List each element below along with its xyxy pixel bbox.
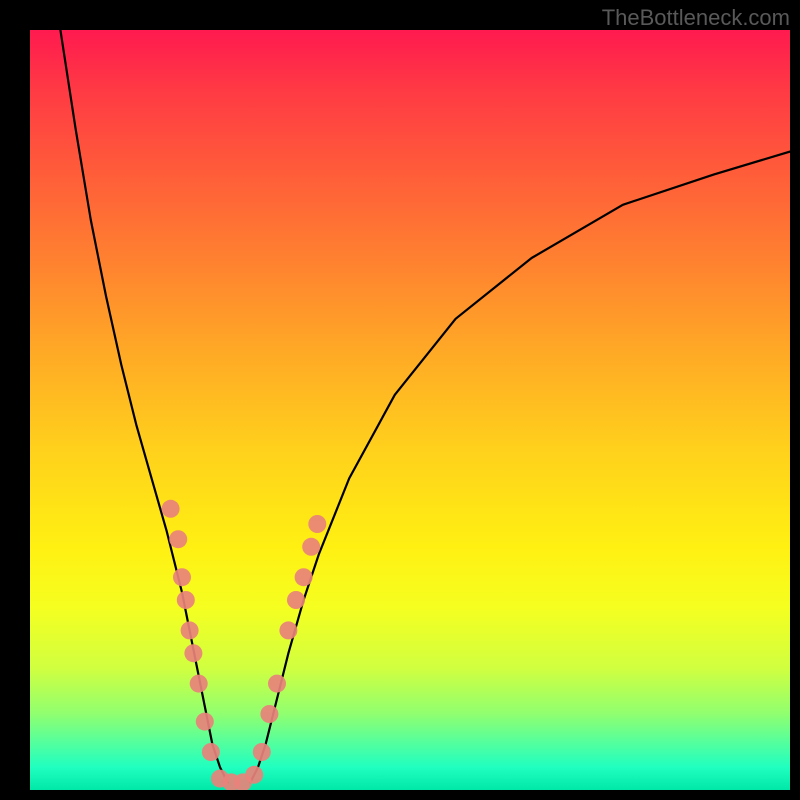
chart-curves <box>60 30 790 782</box>
chart-plot-area <box>30 30 790 790</box>
chart-svg <box>30 30 790 790</box>
watermark-text: TheBottleneck.com <box>602 5 790 31</box>
chart-markers <box>162 500 327 790</box>
